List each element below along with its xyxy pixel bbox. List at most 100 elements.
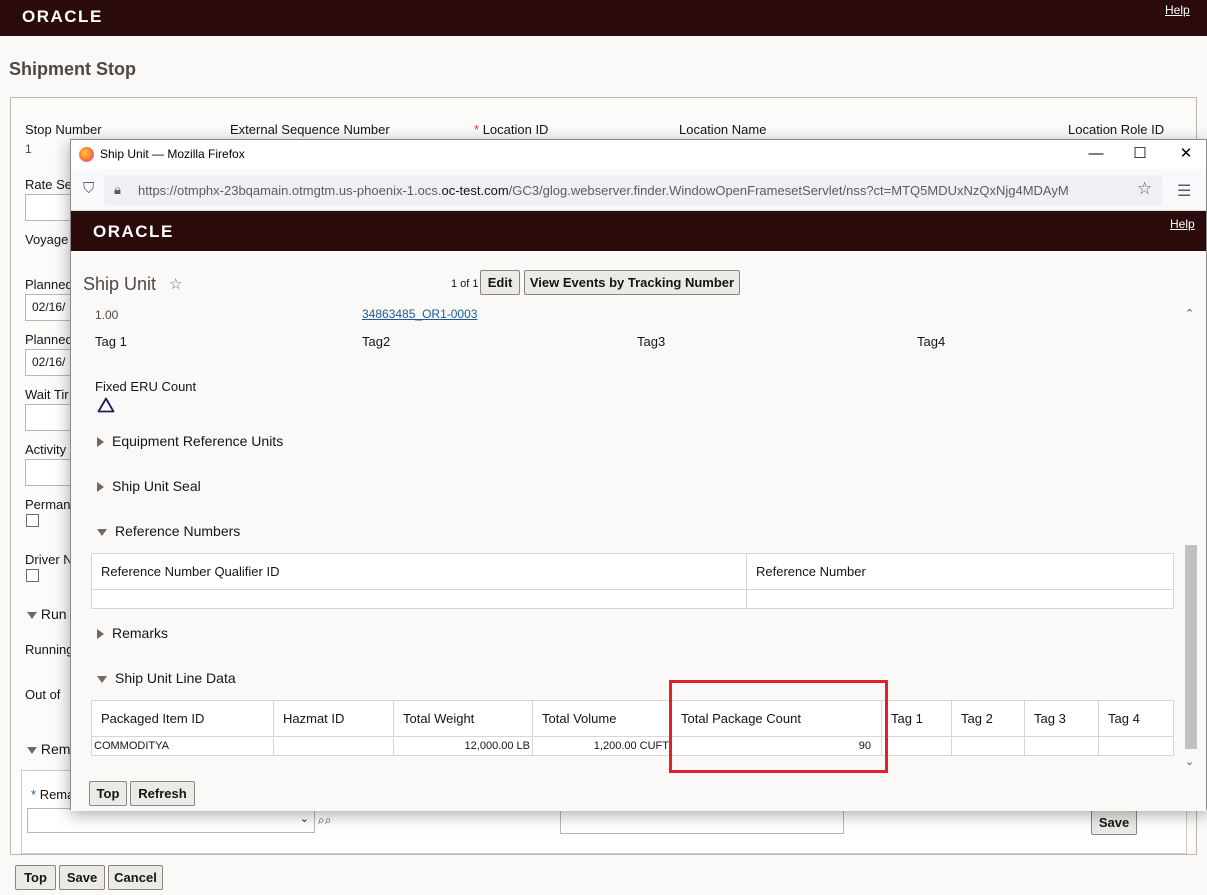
column-header-tag3[interactable]: Tag 3 <box>1024 700 1099 737</box>
table-cell <box>91 589 747 609</box>
running-label: Running <box>25 642 74 657</box>
window-titlebar[interactable]: Ship Unit — Mozilla Firefox — ☐ ✕ <box>71 140 1206 169</box>
column-header-tag2[interactable]: Tag 2 <box>951 700 1025 737</box>
column-header[interactable]: Reference Number Qualifier ID <box>91 553 747 590</box>
quantity-value: 1.00 <box>95 308 119 322</box>
collapse-icon <box>97 675 107 683</box>
table-cell <box>273 736 394 756</box>
ship-unit-line-table: Packaged Item ID Hazmat ID Total Weight … <box>91 700 1174 756</box>
column-header[interactable]: Reference Number <box>746 553 1174 590</box>
column-header-packaged-item-id[interactable]: Packaged Item ID <box>91 700 274 737</box>
activity-label: Activity <box>25 442 67 457</box>
url-text: https://otmphx-23bqamain.otmgtm.us-phoen… <box>138 183 1069 198</box>
collapse-icon <box>97 528 107 536</box>
favorite-star-icon[interactable]: ☆ <box>169 275 182 293</box>
remark-qualifier-select[interactable]: ⌄ <box>27 808 315 833</box>
refresh-button[interactable]: Refresh <box>130 781 195 806</box>
table-cell <box>1024 736 1099 756</box>
section-equipment-reference-units[interactable]: Equipment Reference Units <box>97 433 283 449</box>
url-field[interactable]: 🔒︎ https://otmphx-23bqamain.otmgtm.us-ph… <box>104 175 1162 205</box>
table-cell: 12,000.00 LB <box>393 736 533 756</box>
top-button[interactable]: Top <box>15 865 56 890</box>
cancel-button[interactable]: Cancel <box>108 865 163 890</box>
section-ship-unit-seal[interactable]: Ship Unit Seal <box>97 478 201 494</box>
window-title: Ship Unit — Mozilla Firefox <box>100 147 245 161</box>
table-cell <box>951 736 1025 756</box>
remarks-section-header[interactable]: Rem <box>27 741 70 757</box>
driver-label: Driver N <box>25 552 73 567</box>
maximize-icon[interactable]: ☐ <box>1128 143 1152 165</box>
ship-unit-link[interactable]: 34863485_OR1-0003 <box>362 307 477 321</box>
top-button[interactable]: Top <box>89 781 127 806</box>
planned-arrival-label: Planned <box>25 277 73 292</box>
external-sequence-label: External Sequence Number <box>230 122 390 137</box>
firefox-icon <box>79 147 94 162</box>
tag4-label: Tag4 <box>917 334 946 349</box>
close-icon[interactable]: ✕ <box>1174 143 1198 165</box>
scroll-down-icon[interactable]: ⌄ <box>1185 755 1194 768</box>
collapse-icon <box>27 746 37 754</box>
out-of-label: Out of <box>25 687 61 702</box>
column-header-total-weight[interactable]: Total Weight <box>393 700 533 737</box>
view-events-button[interactable]: View Events by Tracking Number <box>524 270 740 295</box>
tag2-label: Tag2 <box>362 334 391 349</box>
planned-departure-label: Planned <box>25 332 73 347</box>
help-link[interactable]: Help <box>1170 217 1195 231</box>
wait-time-label: Wait Tir <box>25 387 69 402</box>
tag3-label: Tag3 <box>637 334 666 349</box>
chevron-down-icon: ⌄ <box>299 813 309 825</box>
scroll-thumb[interactable] <box>1185 545 1197 749</box>
permanent-label: Perman <box>25 497 71 512</box>
expand-icon <box>97 437 104 448</box>
ship-unit-body: Ship Unit ☆ 1 of 1 Edit View Events by T… <box>71 251 1206 811</box>
lookup-icon[interactable]: ⌕⌕ <box>318 813 331 828</box>
location-role-id-label: Location Role ID <box>1068 122 1165 137</box>
expand-icon <box>97 482 104 493</box>
table-header-row: Packaged Item ID Hazmat ID Total Weight … <box>91 700 1174 737</box>
column-header-tag1[interactable]: Tag 1 <box>881 700 952 737</box>
bookmark-star-icon[interactable]: ☆ <box>1137 179 1152 199</box>
oracle-logo: ORACLE <box>93 222 174 241</box>
table-cell: 1,200.00 CUFT <box>532 736 672 756</box>
section-ship-unit-line-data[interactable]: Ship Unit Line Data <box>97 670 236 686</box>
column-header-total-volume[interactable]: Total Volume <box>532 700 672 737</box>
section-remarks[interactable]: Remarks <box>97 625 168 641</box>
table-row: COMMODITYA 12,000.00 LB 1,200.00 CUFT 90 <box>91 736 1174 756</box>
expand-icon <box>97 629 104 640</box>
stop-number-value: 1 <box>25 142 32 156</box>
table-row <box>91 589 1174 609</box>
location-id-label: * Location ID <box>474 122 549 137</box>
vertical-scrollbar[interactable]: ⌃ ⌄ <box>1183 307 1199 773</box>
running-section-header[interactable]: Run <box>27 606 67 622</box>
remark-save-button[interactable]: Save <box>1091 810 1137 835</box>
ship-unit-window: Ship Unit — Mozilla Firefox — ☐ ✕ ⛉ 🔒︎ h… <box>70 139 1207 811</box>
permanent-checkbox[interactable] <box>26 514 39 527</box>
voyage-label: Voyage <box>25 232 69 247</box>
save-button[interactable]: Save <box>59 865 105 890</box>
url-bar: ⛉ 🔒︎ https://otmphx-23bqamain.otmgtm.us-… <box>71 169 1206 211</box>
remark-label: * Rema <box>31 787 75 802</box>
driver-checkbox[interactable] <box>26 569 39 582</box>
popup-app-header: ORACLE Help <box>71 211 1206 251</box>
rate-service-label: Rate Se <box>25 177 72 192</box>
fixed-eru-count-label: Fixed ERU Count <box>95 379 197 394</box>
lock-icon[interactable]: 🔒︎ <box>114 182 121 198</box>
oracle-logo: ORACLE <box>22 7 103 26</box>
shield-icon[interactable]: ⛉ <box>83 180 94 197</box>
app-header: ORACLE Help <box>0 0 1207 36</box>
column-header-hazmat-id[interactable]: Hazmat ID <box>273 700 394 737</box>
column-header-tag4[interactable]: Tag 4 <box>1098 700 1174 737</box>
scroll-up-icon[interactable]: ⌃ <box>1185 307 1194 320</box>
table-cell <box>746 589 1174 609</box>
help-link[interactable]: Help <box>1165 3 1190 17</box>
minimize-icon[interactable]: — <box>1084 143 1108 165</box>
edit-button[interactable]: Edit <box>480 270 520 295</box>
hamburger-menu-icon[interactable]: ☰ <box>1177 181 1191 201</box>
table-cell <box>881 736 952 756</box>
reference-numbers-table: Reference Number Qualifier ID Reference … <box>91 553 1174 609</box>
page-title: Shipment Stop <box>9 59 136 79</box>
tag1-label: Tag 1 <box>95 334 127 349</box>
section-reference-numbers[interactable]: Reference Numbers <box>97 523 240 539</box>
record-count: 1 of 1 <box>451 278 479 290</box>
table-cell <box>1098 736 1174 756</box>
